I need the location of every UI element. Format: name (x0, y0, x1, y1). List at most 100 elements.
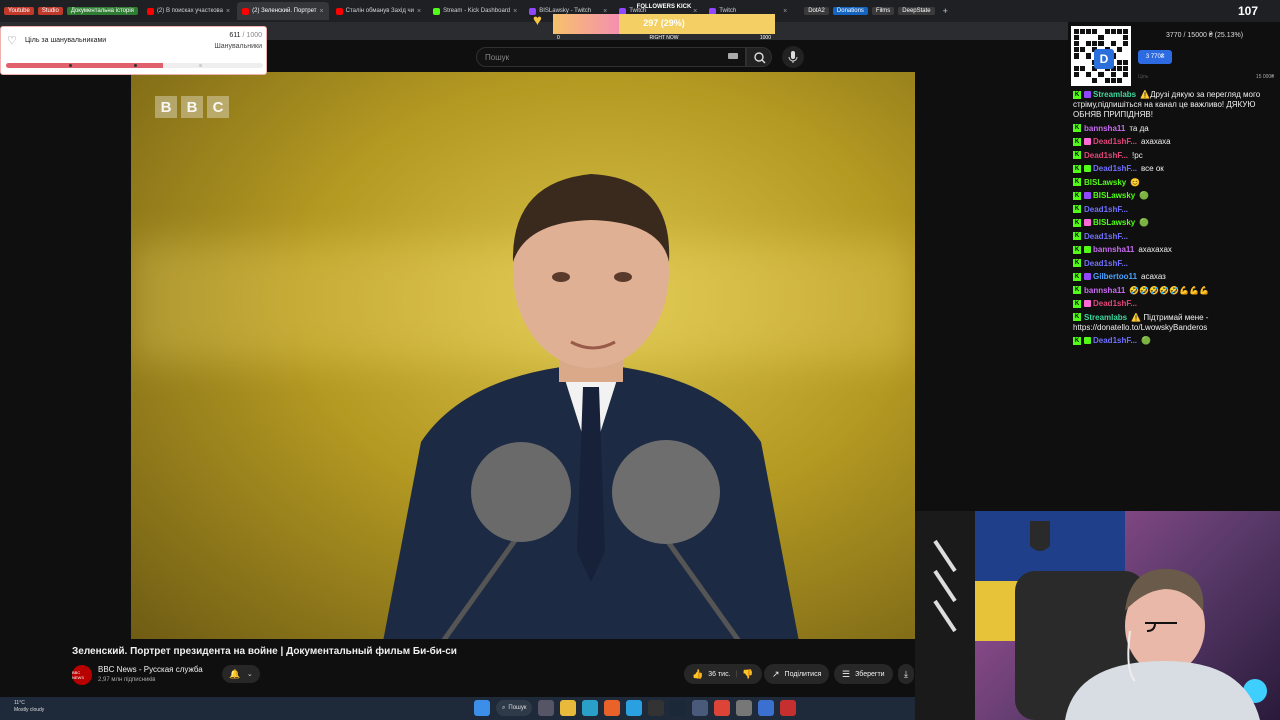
qr-module (1122, 47, 1128, 53)
close-tab-icon[interactable]: × (417, 8, 421, 15)
chat-username[interactable]: Dead1shF... (1084, 151, 1128, 160)
chat-username[interactable]: Dead1shF... (1093, 137, 1137, 146)
donation-widget: D 3770 / 15000 ₴ (25.13%) 3 770₴ Ціль 15… (1068, 22, 1280, 90)
taskbar-search[interactable]: ⌕ Пошук (496, 700, 533, 716)
qr-module (1116, 35, 1122, 41)
chat-username[interactable]: BISLawsky (1093, 218, 1135, 227)
qr-module (1110, 71, 1116, 77)
qr-module (1116, 59, 1122, 65)
bookmark-deepstate[interactable]: DeepState (898, 7, 935, 15)
bookmark-dota2[interactable]: DotA2 (804, 7, 829, 15)
chat-username[interactable]: Streamlabs (1084, 313, 1127, 322)
qr-module (1116, 47, 1122, 53)
chat-username[interactable]: Dead1shF... (1093, 336, 1137, 345)
chat-username[interactable]: BISLawsky (1084, 178, 1126, 187)
chat-username[interactable]: Dead1shF... (1084, 232, 1128, 241)
goal-progress-fill (6, 63, 164, 68)
bookmark-youtube[interactable]: Youtube (4, 7, 34, 15)
qr-module (1086, 29, 1092, 35)
browser-tab[interactable]: Сталін обманув Захід чи × (331, 2, 426, 20)
chat-username[interactable]: Dead1shF... (1084, 205, 1128, 214)
chat-username[interactable]: bannsha11 (1084, 124, 1125, 133)
heart-outline-icon: ♡ (7, 35, 17, 47)
taskbar-search-label: Пошук (508, 705, 527, 711)
app-icon[interactable] (758, 700, 775, 716)
chat-text: !pc (1132, 150, 1143, 160)
save-button[interactable]: ☰ Зберегти (834, 664, 893, 684)
chat-username[interactable]: Dead1shF... (1093, 299, 1137, 308)
firefox-icon[interactable] (604, 700, 621, 716)
qr-module (1098, 35, 1104, 41)
close-tab-icon[interactable]: × (783, 8, 787, 15)
subscribed-bell-button[interactable]: 🔔 ⌄ (222, 665, 260, 683)
chat-username[interactable]: Dead1shF... (1084, 259, 1128, 268)
settings-icon[interactable] (736, 700, 753, 716)
thumbs-down-icon[interactable]: 👎 (742, 669, 753, 680)
chat-message: K Dead1shF... (1070, 232, 1270, 242)
share-label: Поділитися (784, 670, 822, 678)
chat-username[interactable]: Gilbertoo11 (1093, 272, 1137, 281)
obs-icon[interactable] (648, 700, 665, 716)
chat-message: Kbannsha11 та да (1070, 124, 1270, 134)
bookmark-donations[interactable]: Donations (832, 7, 868, 15)
task-view-icon[interactable] (538, 700, 555, 716)
weather-description: Mostly cloudy (14, 707, 45, 713)
close-tab-icon[interactable]: × (320, 8, 324, 15)
kick-icon: K (1073, 245, 1081, 254)
qr-module (1098, 71, 1104, 77)
chat-message: K Dead1shF... (1070, 205, 1270, 215)
chat-message: K Gilbertoo11 асахаз (1070, 272, 1270, 282)
chat-message: K Dead1shF... (1070, 259, 1270, 269)
user-badge-icon (1084, 138, 1091, 146)
share-button[interactable]: ↗ Поділитися (764, 664, 830, 684)
search-icon (754, 52, 766, 64)
like-button[interactable]: 👍 36 тис. | 👎 (684, 664, 762, 684)
close-tab-icon[interactable]: × (226, 8, 230, 15)
chat-username[interactable]: bannsha11 (1084, 286, 1125, 295)
browser-tab[interactable]: (2) В поисках участкова × (142, 2, 235, 20)
qr-module (1122, 65, 1128, 71)
donation-low-label: Ціль (1138, 74, 1149, 80)
app-icon[interactable] (692, 700, 709, 716)
qr-module (1098, 29, 1104, 35)
chat-username[interactable]: Streamlabs (1093, 90, 1136, 99)
chrome-icon[interactable] (714, 700, 731, 716)
qr-module (1086, 59, 1092, 65)
channel-avatar[interactable]: BBC NEWS (72, 665, 92, 685)
donation-progress: 3770 / 15000 ₴ (25.13%) (1166, 32, 1244, 39)
edge-browser-icon[interactable] (582, 700, 599, 716)
search-input[interactable]: Пошук (476, 47, 746, 67)
browser-tab[interactable]: Stream - Kick Dashboard × (428, 2, 522, 20)
chat-username[interactable]: BISLawsky (1093, 191, 1135, 200)
video-player[interactable]: B B C (131, 72, 915, 639)
weather-widget[interactable]: 11°C Mostly cloudy (14, 700, 44, 714)
qr-module (1122, 35, 1128, 41)
new-tab-icon[interactable]: + (943, 6, 948, 16)
bookmark-films[interactable]: Films (871, 7, 895, 15)
browser-tab[interactable]: (2) Зеленский. Портрет × (237, 2, 329, 20)
telegram-icon[interactable] (626, 700, 643, 716)
channel-name[interactable]: BBC News - Русская служба (98, 665, 203, 674)
chat-username[interactable]: Dead1shF... (1093, 164, 1137, 173)
app-icon[interactable] (780, 700, 797, 716)
tab-favicon-icon (146, 7, 154, 15)
close-tab-icon[interactable]: × (513, 8, 517, 15)
download-button[interactable]: ⤓ (898, 664, 914, 684)
bookmark-documentary-history[interactable]: Документальна історія (66, 7, 138, 15)
keyboard-icon[interactable] (728, 53, 738, 59)
steam-icon[interactable] (670, 700, 687, 716)
kick-icon: K (1073, 178, 1081, 187)
bookmark-studio[interactable]: Studio (37, 7, 63, 15)
qr-module (1086, 65, 1092, 71)
goal-label: Ціль за шанувальниками (25, 37, 107, 44)
search-button[interactable] (746, 47, 772, 67)
bbc-logo-letter: B (155, 96, 177, 118)
bell-icon: 🔔 (229, 668, 241, 679)
qr-module (1086, 53, 1092, 59)
chat-username[interactable]: bannsha11 (1093, 245, 1134, 254)
voice-search-button[interactable] (782, 46, 804, 68)
qr-module (1104, 77, 1110, 83)
start-menu-icon[interactable] (474, 700, 490, 716)
file-explorer-icon[interactable] (560, 700, 577, 716)
bbc-logo: B B C (155, 96, 229, 118)
